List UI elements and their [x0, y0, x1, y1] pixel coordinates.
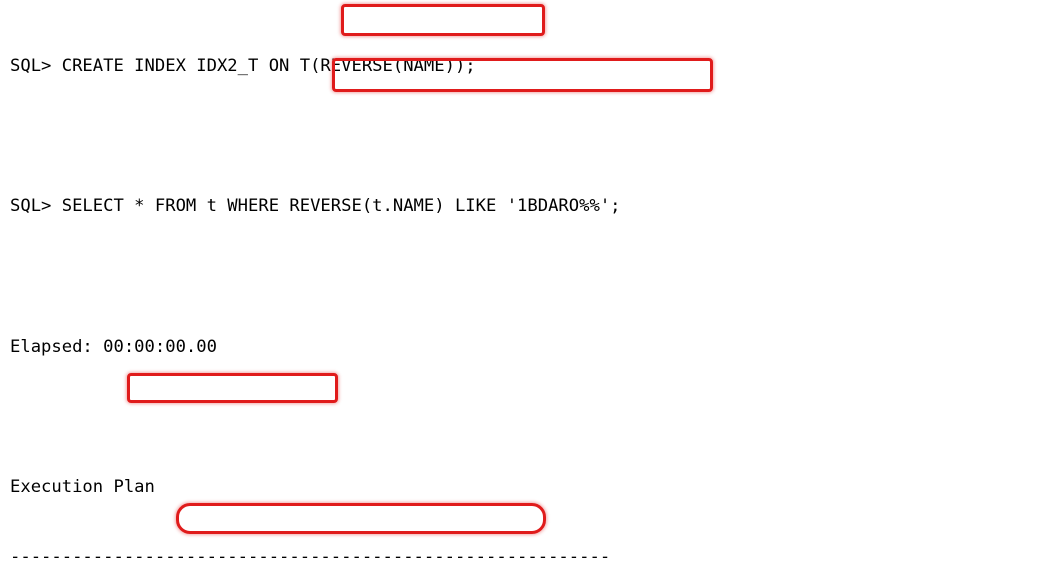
line-select-query: SQL> SELECT * FROM t WHERE REVERSE(t.NAM…	[10, 196, 621, 217]
line-execution-plan-rule: ----------------------------------------…	[10, 547, 611, 568]
line-elapsed: Elapsed: 00:00:00.00	[10, 336, 217, 357]
terminal-screen: SQL> CREATE INDEX IDX2_T ON T(REVERSE(NA…	[0, 0, 1056, 570]
terminal-output: SQL> CREATE INDEX IDX2_T ON T(REVERSE(NA…	[10, 8, 1056, 570]
line-blank-2	[10, 265, 1056, 288]
line-create-index: SQL> CREATE INDEX IDX2_T ON T(REVERSE(NA…	[10, 55, 476, 76]
line-execution-plan-header: Execution Plan	[10, 477, 155, 498]
line-blank-1	[10, 125, 1056, 148]
line-blank-3	[10, 406, 1056, 429]
